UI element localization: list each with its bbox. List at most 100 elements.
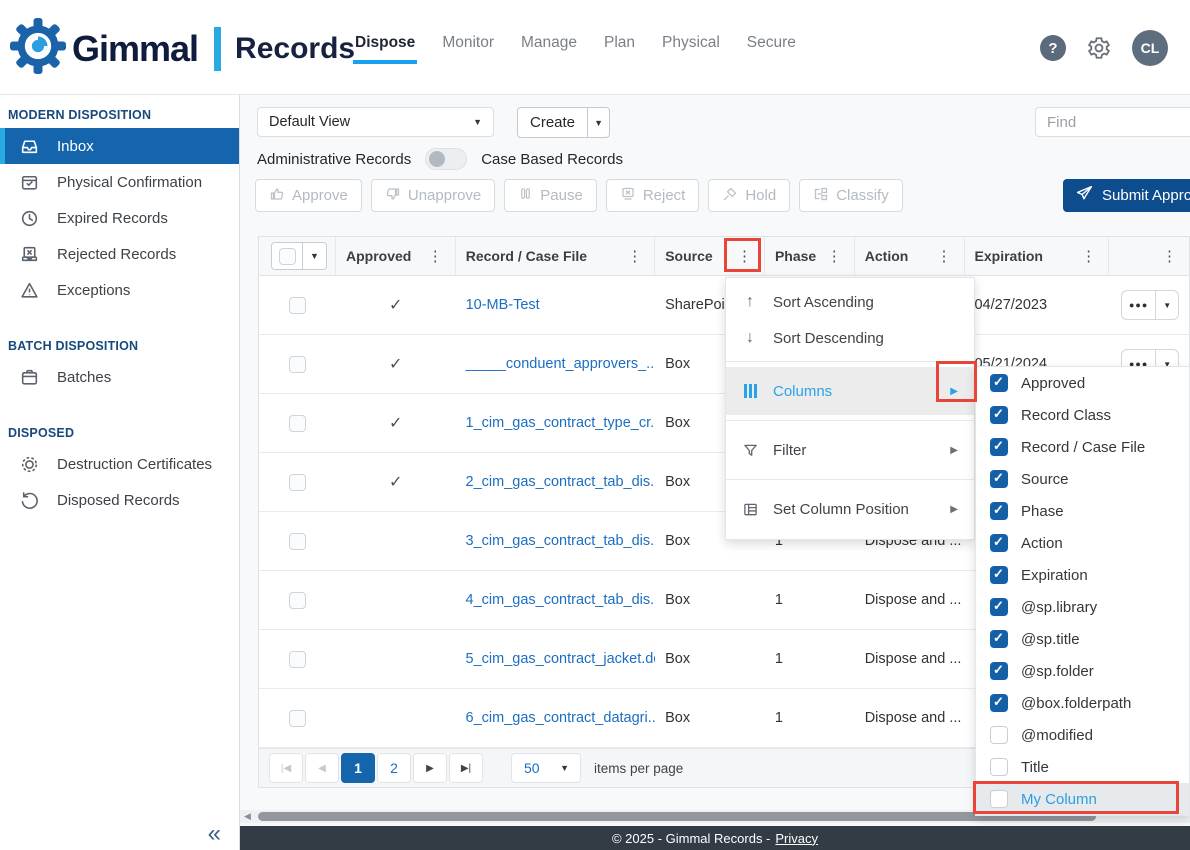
sidebar-item-batches[interactable]: Batches — [0, 359, 239, 395]
approved-column-menu-icon[interactable]: ⋮ — [424, 247, 447, 265]
record-link[interactable]: _____conduent_approvers_... — [466, 356, 656, 372]
sidebar-collapse-icon[interactable]: « — [208, 820, 221, 848]
page-2-button[interactable]: 2 — [377, 753, 411, 783]
row-actions-column-menu-icon[interactable]: ⋮ — [1158, 247, 1181, 265]
row-menu-button[interactable]: ●●● ▼ — [1121, 290, 1179, 320]
sidebar-item-inbox[interactable]: Inbox — [0, 128, 239, 164]
column-toggle-sp-folder[interactable]: @sp.folder — [976, 655, 1189, 687]
row-checkbox[interactable] — [289, 592, 306, 609]
find-input[interactable] — [1035, 107, 1190, 137]
previous-page-button[interactable]: ◀ — [305, 753, 339, 783]
page-size-dropdown[interactable]: 50 ▼ — [511, 753, 581, 783]
sidebar-item-physical-confirmation[interactable]: Physical Confirmation — [0, 164, 239, 200]
checked-checkbox-icon[interactable] — [990, 502, 1008, 520]
scroll-left-icon[interactable]: ◀ — [244, 811, 251, 822]
nav-tab-monitor[interactable]: Monitor — [442, 34, 494, 64]
menu-item-sort-ascending[interactable]: ↑ Sort Ascending — [726, 284, 974, 320]
select-all-caret-icon[interactable]: ▼ — [302, 243, 326, 269]
row-checkbox[interactable] — [289, 297, 306, 314]
checked-checkbox-icon[interactable] — [990, 438, 1008, 456]
nav-tab-plan[interactable]: Plan — [604, 34, 635, 64]
unchecked-checkbox-icon[interactable] — [990, 726, 1008, 744]
checked-checkbox-icon[interactable] — [990, 662, 1008, 680]
column-toggle-action[interactable]: Action — [976, 527, 1189, 559]
checked-checkbox-icon[interactable] — [990, 630, 1008, 648]
column-toggle-modified[interactable]: @modified — [976, 719, 1189, 751]
nav-tab-manage[interactable]: Manage — [521, 34, 577, 64]
checked-checkbox-icon[interactable] — [990, 566, 1008, 584]
sidebar-item-expired-records[interactable]: Expired Records — [0, 200, 239, 236]
column-toggle-expiration[interactable]: Expiration — [976, 559, 1189, 591]
create-button[interactable]: Create ▼ — [517, 107, 610, 138]
column-toggle-phase[interactable]: Phase — [976, 495, 1189, 527]
last-page-button[interactable]: ▶| — [449, 753, 483, 783]
pause-button[interactable]: Pause — [504, 179, 597, 212]
unapprove-button[interactable]: Unapprove — [371, 179, 495, 212]
select-all-control[interactable]: ▼ — [271, 242, 327, 270]
record-link[interactable]: 4_cim_gas_contract_tab_dis... — [466, 592, 656, 608]
column-toggle-approved[interactable]: Approved — [976, 367, 1189, 399]
nav-tab-physical[interactable]: Physical — [662, 34, 720, 64]
first-page-button[interactable]: |◀ — [269, 753, 303, 783]
action-column-menu-icon[interactable]: ⋮ — [933, 247, 956, 265]
checked-checkbox-icon[interactable] — [990, 534, 1008, 552]
checked-checkbox-icon[interactable] — [990, 694, 1008, 712]
sidebar-item-rejected-records[interactable]: Rejected Records — [0, 236, 239, 272]
hold-button[interactable]: Hold — [708, 179, 790, 212]
expiration-column-menu-icon[interactable]: ⋮ — [1077, 247, 1100, 265]
create-dropdown-caret[interactable]: ▼ — [587, 108, 609, 137]
view-select-dropdown[interactable]: Default View ▼ — [257, 107, 494, 137]
row-checkbox[interactable] — [289, 533, 306, 550]
nav-tab-secure[interactable]: Secure — [747, 34, 796, 64]
settings-gear-icon[interactable] — [1086, 35, 1112, 61]
page-1-button[interactable]: 1 — [341, 753, 375, 783]
sidebar-item-destruction-certificates[interactable]: Destruction Certificates — [0, 446, 239, 482]
menu-item-set-column-position[interactable]: Set Column Position ▶ — [726, 485, 974, 533]
source-column-menu-icon[interactable]: ⋮ — [733, 247, 756, 265]
record-link[interactable]: 5_cim_gas_contract_jacket.dql — [466, 651, 656, 667]
user-avatar[interactable]: CL — [1132, 30, 1168, 66]
scrollbar-thumb[interactable] — [258, 812, 1096, 821]
menu-item-columns[interactable]: Columns ▶ — [726, 367, 974, 415]
row-menu-caret-icon[interactable]: ▼ — [1155, 291, 1178, 319]
record-link[interactable]: 1_cim_gas_contract_type_cr... — [466, 415, 656, 431]
record-type-toggle[interactable] — [425, 148, 467, 170]
menu-item-filter[interactable]: Filter ▶ — [726, 426, 974, 474]
column-toggle-record-class[interactable]: Record Class — [976, 399, 1189, 431]
classify-button[interactable]: Classify — [799, 179, 903, 212]
checked-checkbox-icon[interactable] — [990, 598, 1008, 616]
column-toggle-sp-library[interactable]: @sp.library — [976, 591, 1189, 623]
unchecked-checkbox-icon[interactable] — [990, 790, 1008, 808]
reject-button[interactable]: Reject — [606, 179, 700, 212]
checked-checkbox-icon[interactable] — [990, 470, 1008, 488]
sidebar-item-exceptions[interactable]: Exceptions — [0, 272, 239, 308]
checked-checkbox-icon[interactable] — [990, 406, 1008, 424]
unchecked-checkbox-icon[interactable] — [990, 758, 1008, 776]
next-page-button[interactable]: ▶ — [413, 753, 447, 783]
column-toggle-source[interactable]: Source — [976, 463, 1189, 495]
phase-column-menu-icon[interactable]: ⋮ — [823, 247, 846, 265]
record-column-menu-icon[interactable]: ⋮ — [623, 247, 646, 265]
help-icon[interactable]: ? — [1040, 35, 1066, 61]
record-link[interactable]: 3_cim_gas_contract_tab_dis... — [466, 533, 656, 549]
column-toggle-record-case-file[interactable]: Record / Case File — [976, 431, 1189, 463]
row-checkbox[interactable] — [289, 710, 306, 727]
select-all-checkbox[interactable] — [272, 243, 302, 269]
row-checkbox[interactable] — [289, 474, 306, 491]
sidebar-item-disposed-records[interactable]: Disposed Records — [0, 482, 239, 518]
nav-tab-dispose[interactable]: Dispose — [355, 34, 415, 64]
row-checkbox[interactable] — [289, 356, 306, 373]
row-checkbox[interactable] — [289, 651, 306, 668]
record-link[interactable]: 2_cim_gas_contract_tab_dis... — [466, 474, 656, 490]
record-link[interactable]: 10-MB-Test — [466, 297, 540, 313]
privacy-link[interactable]: Privacy — [775, 831, 818, 846]
column-toggle-title[interactable]: Title — [976, 751, 1189, 783]
approve-button[interactable]: Approve — [255, 179, 362, 212]
checked-checkbox-icon[interactable] — [990, 374, 1008, 392]
column-toggle-box-folderpath[interactable]: @box.folderpath — [976, 687, 1189, 719]
column-toggle-sp-title[interactable]: @sp.title — [976, 623, 1189, 655]
row-checkbox[interactable] — [289, 415, 306, 432]
record-link[interactable]: 6_cim_gas_contract_datagri... — [466, 710, 656, 726]
column-toggle-my-column[interactable]: My Column — [976, 783, 1189, 815]
submit-approval-button[interactable]: Submit Approval — [1063, 179, 1190, 212]
